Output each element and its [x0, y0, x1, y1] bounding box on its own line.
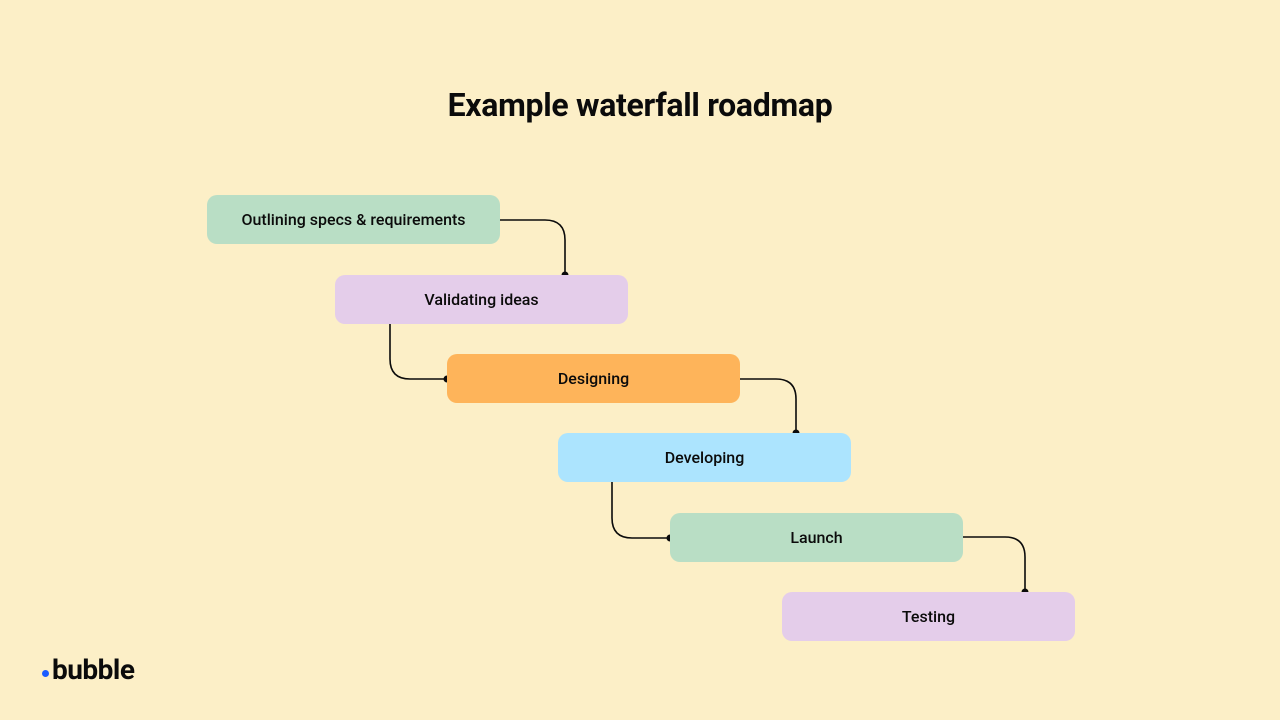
stage-label: Outlining specs & requirements [241, 210, 465, 229]
stage-designing: Designing [447, 354, 740, 403]
stage-label: Testing [902, 607, 955, 626]
stage-label: Launch [790, 528, 842, 547]
stage-developing: Developing [558, 433, 851, 482]
logo-text: bubble [52, 653, 134, 686]
stage-label: Designing [558, 369, 629, 388]
stage-testing: Testing [782, 592, 1075, 641]
stage-label: Validating ideas [424, 290, 538, 309]
stage-label: Developing [665, 448, 745, 467]
page-title: Example waterfall roadmap [0, 86, 1280, 124]
stage-validating: Validating ideas [335, 275, 628, 324]
stage-launch: Launch [670, 513, 963, 562]
brand-logo: bubble [42, 653, 134, 686]
stage-outlining: Outlining specs & requirements [207, 195, 500, 244]
logo-dot-icon [42, 670, 49, 677]
